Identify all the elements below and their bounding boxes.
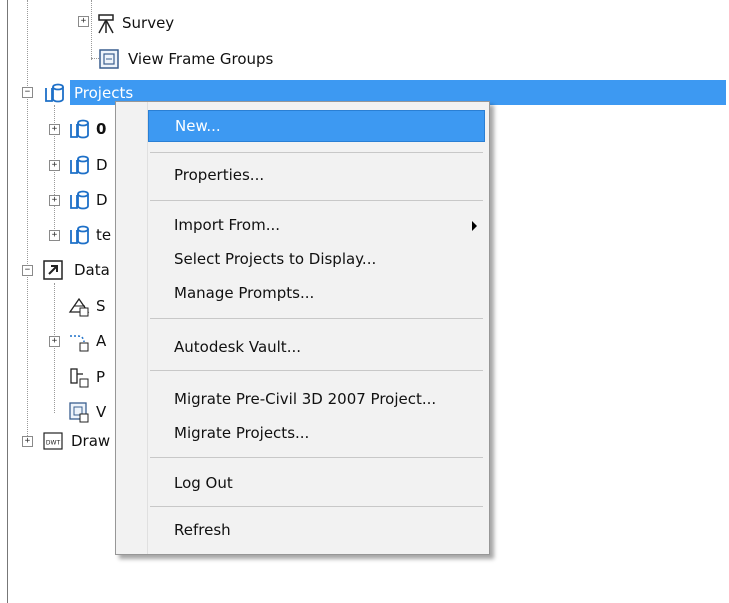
tree-connector (27, 0, 28, 442)
menu-item-select-projects[interactable]: Select Projects to Display... (148, 244, 485, 274)
menu-item-migrate-projects[interactable]: Migrate Projects... (148, 418, 485, 448)
menu-item-log-out[interactable]: Log Out (148, 468, 485, 498)
tree-label-project[interactable]: D (96, 156, 108, 174)
expand-toggle[interactable]: + (78, 16, 89, 27)
view-frames-icon (69, 402, 89, 423)
menu-item-properties[interactable]: Properties... (148, 160, 485, 190)
menu-item-import-from-label: Import From... (174, 216, 281, 234)
menu-icon-gutter (116, 102, 148, 554)
menu-item-import-from[interactable]: Import From... (148, 210, 485, 240)
pipe-networks-icon (70, 368, 89, 388)
menu-separator (150, 152, 483, 153)
project-icon (70, 190, 89, 210)
tree-label-project[interactable]: te (96, 226, 111, 244)
tree-label-view-frame-groups[interactable]: View Frame Groups (128, 50, 273, 68)
tree-label-data-shortcuts[interactable]: Data (74, 261, 110, 279)
menu-item-manage-prompts[interactable]: Manage Prompts... (148, 278, 485, 308)
tree-connector (91, 0, 92, 60)
context-menu: New... Properties... Import From... Sele… (115, 101, 490, 555)
tree-label-projects[interactable]: Projects (74, 84, 133, 102)
menu-item-refresh[interactable]: Refresh (148, 515, 485, 545)
tree-label-drawings[interactable]: Draw (71, 432, 110, 450)
drawing-file-icon: DWT (43, 432, 63, 450)
tree-label-survey[interactable]: Survey (122, 14, 174, 32)
projects-icon (45, 83, 64, 103)
expand-toggle[interactable]: + (22, 436, 33, 447)
tree-connector (54, 283, 55, 413)
alignments-icon (70, 335, 89, 352)
menu-item-migrate-pre-civil[interactable]: Migrate Pre-Civil 3D 2007 Project... (148, 384, 485, 414)
submenu-arrow-icon (472, 221, 477, 231)
tree-label-project[interactable]: D (96, 191, 108, 209)
expand-toggle[interactable]: + (49, 230, 60, 241)
menu-item-autodesk-vault[interactable]: Autodesk Vault... (148, 332, 485, 362)
expand-toggle[interactable]: + (49, 124, 60, 135)
project-icon (70, 119, 89, 139)
menu-separator (150, 506, 483, 507)
tree-label-project[interactable]: 0 (96, 120, 106, 138)
survey-icon (98, 14, 114, 34)
tree-label-surfaces[interactable]: S (96, 297, 106, 315)
menu-separator (150, 457, 483, 458)
menu-separator (150, 318, 483, 319)
expand-toggle[interactable]: + (49, 336, 60, 347)
expand-toggle[interactable]: + (49, 160, 60, 171)
expand-toggle[interactable]: + (49, 195, 60, 206)
menu-separator (150, 200, 483, 201)
project-icon (70, 225, 89, 245)
tree-label-view-frames[interactable]: V (96, 403, 106, 421)
svg-text:DWT: DWT (46, 440, 61, 447)
panel-left-border (7, 0, 8, 603)
project-icon (70, 155, 89, 175)
collapse-toggle[interactable]: − (22, 265, 33, 276)
tree-label-pipe-networks[interactable]: P (96, 368, 105, 386)
data-shortcuts-icon (43, 260, 63, 280)
view-frame-groups-icon (99, 49, 119, 69)
menu-separator (150, 370, 483, 371)
menu-item-new[interactable]: New... (148, 110, 485, 142)
surfaces-icon (68, 297, 90, 317)
collapse-toggle[interactable]: − (22, 87, 33, 98)
tree-label-alignments[interactable]: A (96, 332, 106, 350)
